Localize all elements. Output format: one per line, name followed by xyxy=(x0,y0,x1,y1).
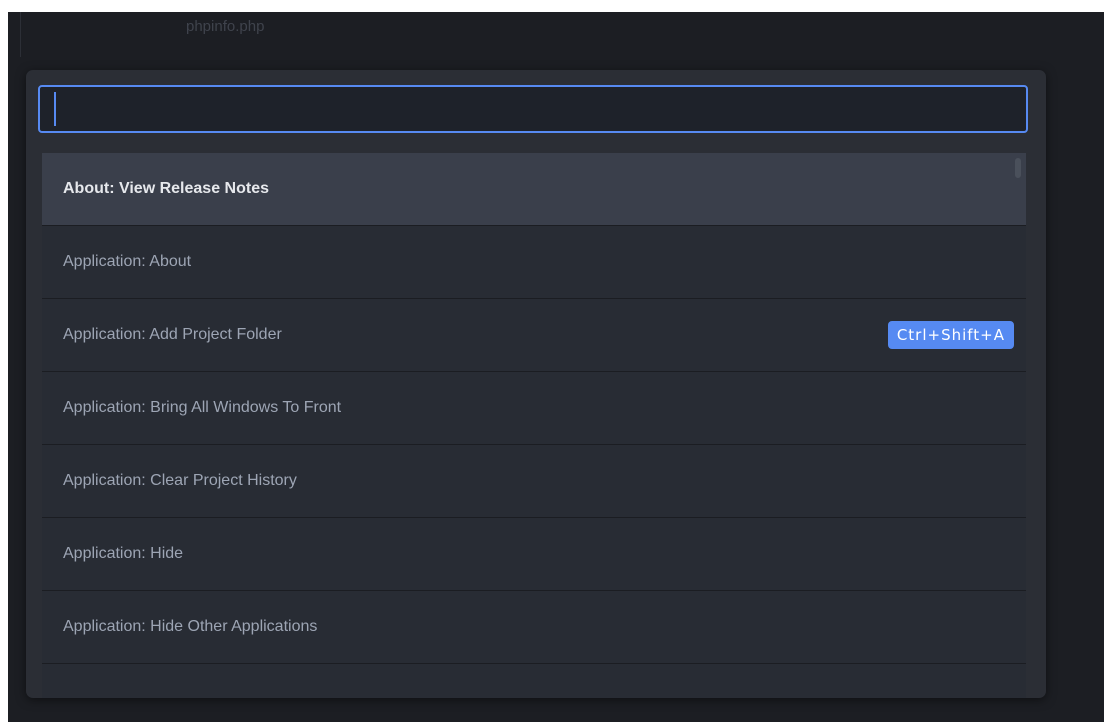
command-label: Application: Clear Project History xyxy=(63,472,297,489)
command-list-scrollbar-thumb[interactable] xyxy=(1015,158,1021,178)
command-search-input[interactable] xyxy=(38,85,1028,133)
command-item-selected[interactable]: About: View Release Notes xyxy=(42,153,1026,226)
editor-gutter-divider xyxy=(20,12,21,57)
command-label: Application: Add Project Folder xyxy=(63,326,282,343)
command-label: Application: Hide Other Applications xyxy=(63,618,318,635)
command-item[interactable]: Application: Hide xyxy=(42,518,1026,591)
background-file-tab[interactable]: phpinfo.php xyxy=(186,18,264,35)
command-item-partial[interactable] xyxy=(42,664,1026,698)
command-item[interactable]: Application: Bring All Windows To Front xyxy=(42,372,1026,445)
command-label: Application: About xyxy=(63,253,192,270)
command-label: About: View Release Notes xyxy=(63,180,269,197)
text-caret xyxy=(54,92,56,126)
command-item[interactable]: Application: About xyxy=(42,226,1026,299)
command-label: Application: Hide xyxy=(63,545,184,562)
keybinding-badge: Ctrl+Shift+A xyxy=(887,321,1014,349)
command-palette: About: View Release Notes Application: A… xyxy=(26,70,1046,698)
command-item[interactable]: Application: Hide Other Applications xyxy=(42,591,1026,664)
command-list[interactable]: About: View Release Notes Application: A… xyxy=(42,153,1026,698)
command-label: Application: Bring All Windows To Front xyxy=(63,399,342,416)
command-item[interactable]: Application: Add Project Folder Ctrl+Shi… xyxy=(42,299,1026,372)
command-item[interactable]: Application: Clear Project History xyxy=(42,445,1026,518)
